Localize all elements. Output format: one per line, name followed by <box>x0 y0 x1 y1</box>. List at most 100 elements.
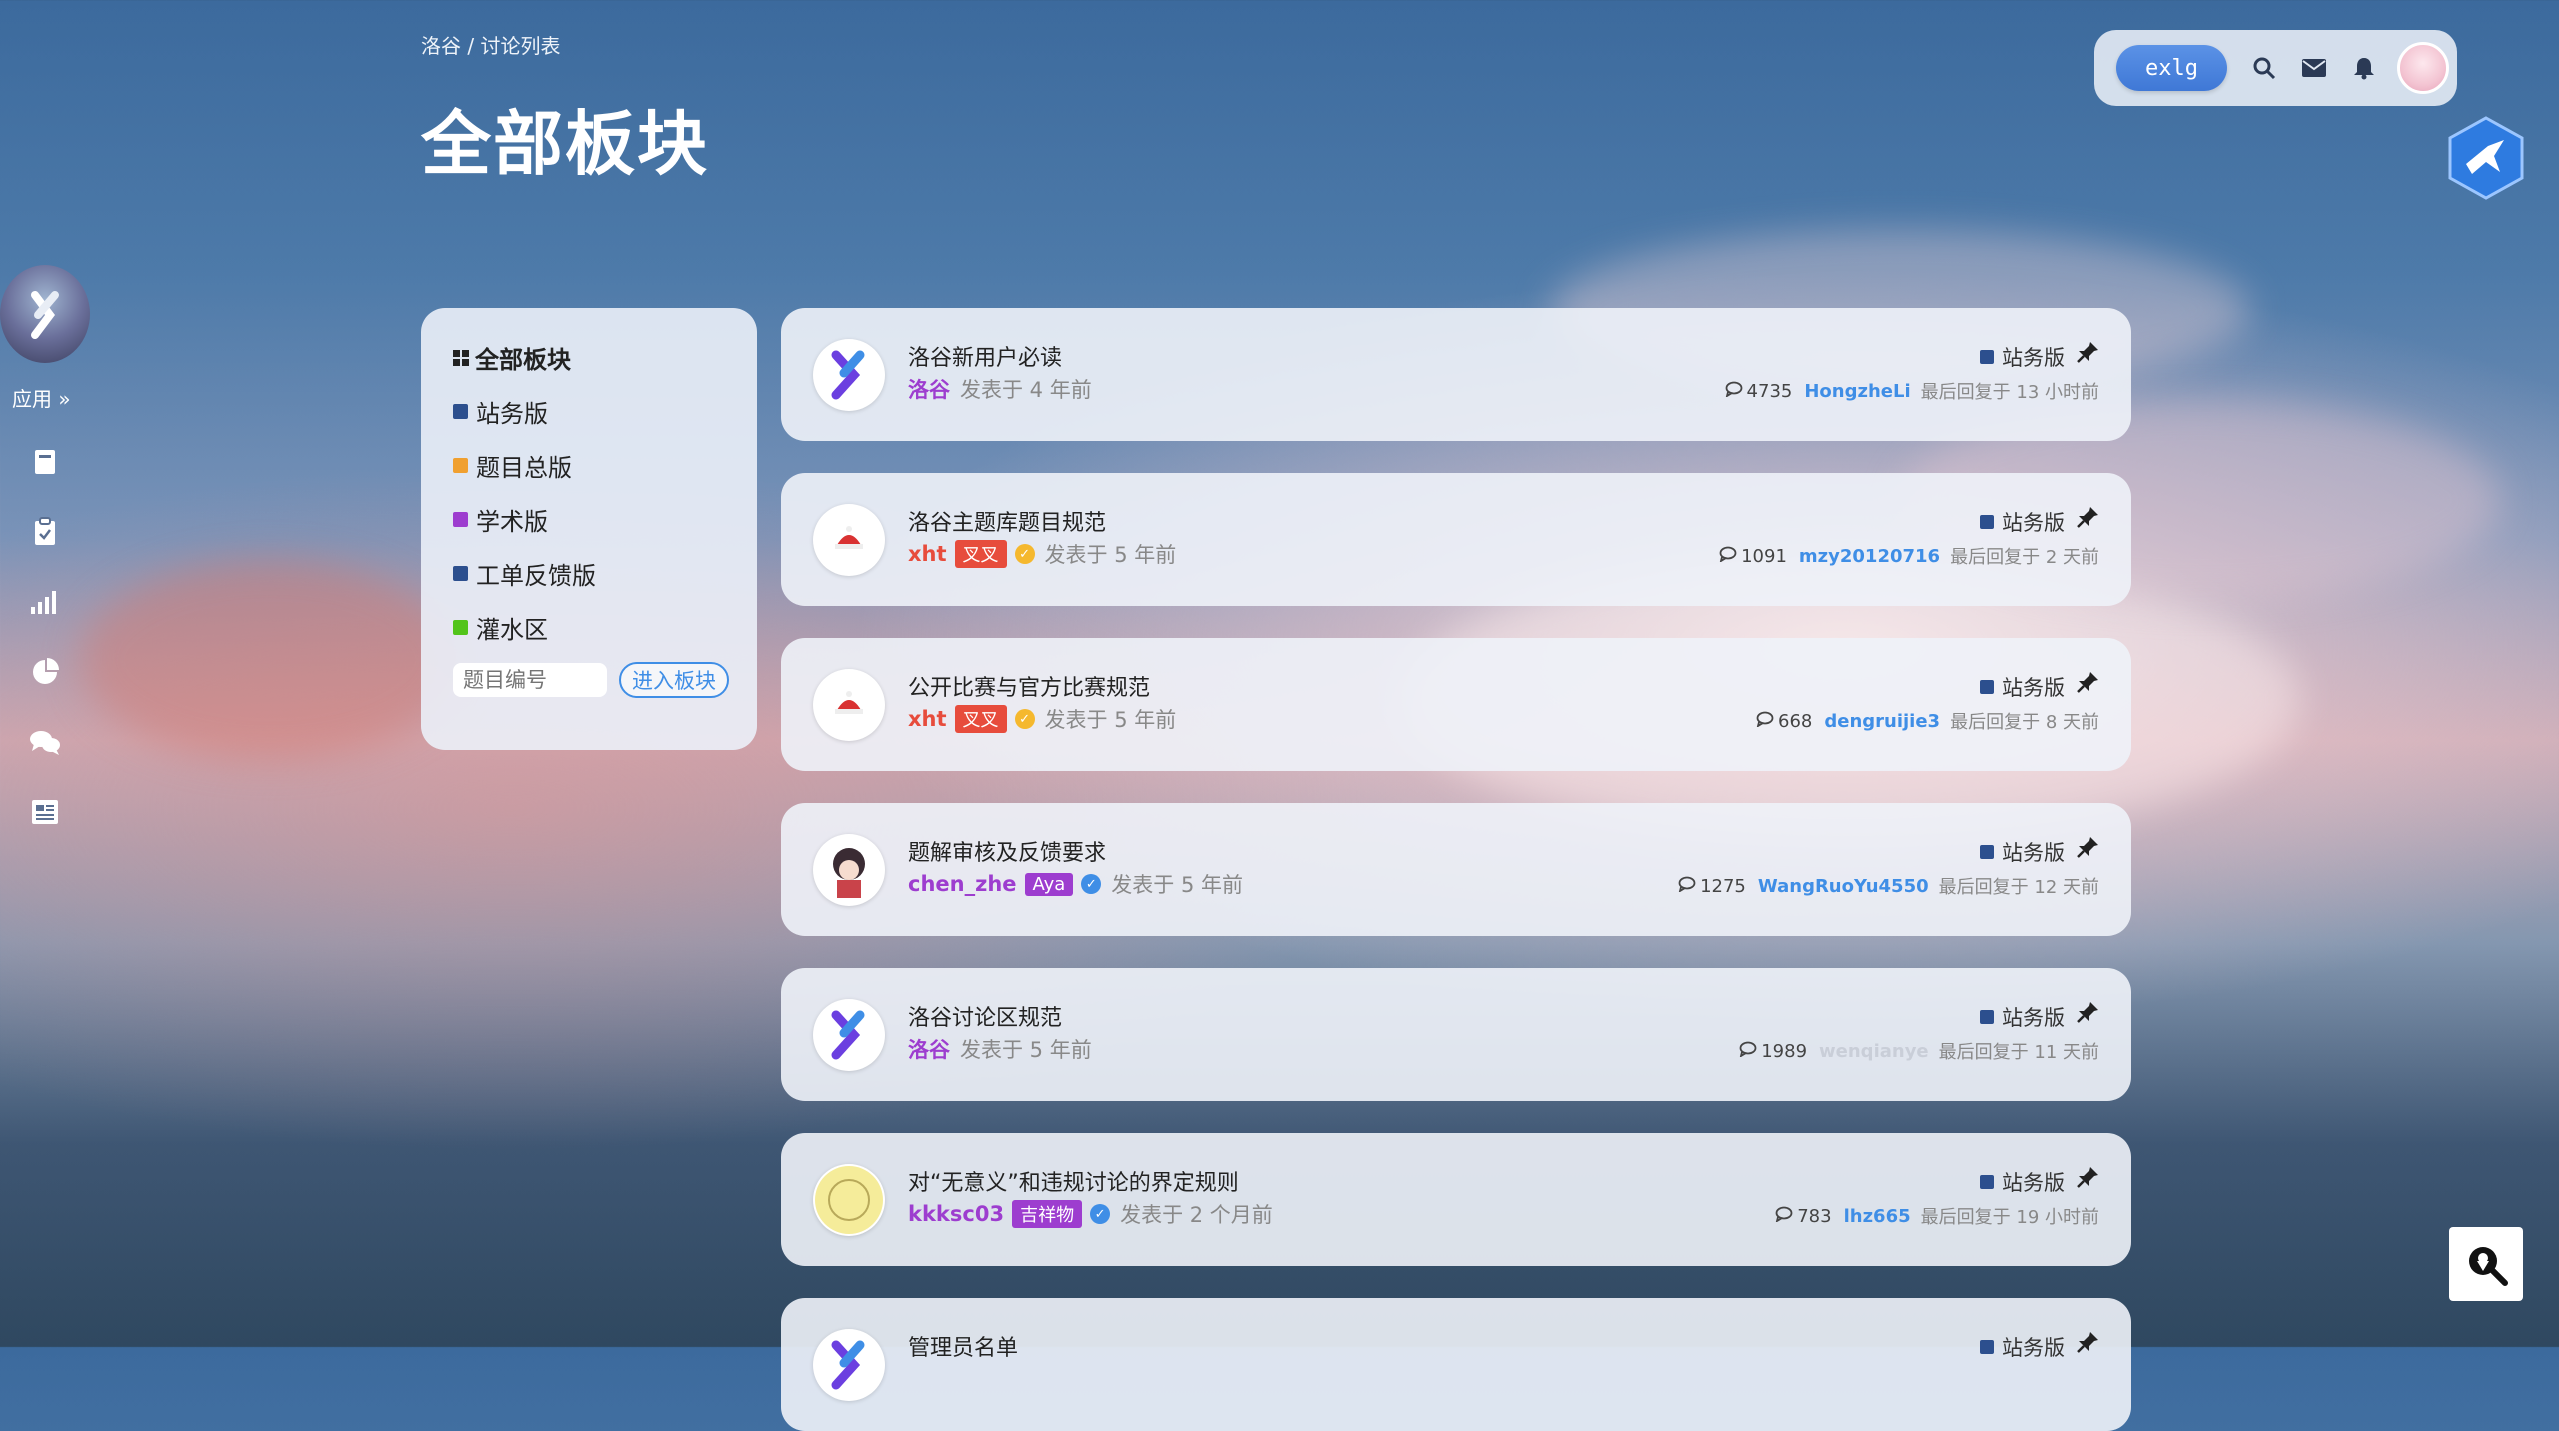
forum-all-label: 全部板块 <box>475 346 571 374</box>
board-label[interactable]: 站务版 <box>1980 1332 2065 1362</box>
post-card[interactable]: 公开比赛与官方比赛规范 xht 叉叉 ✓ 发表于 5 年前 站务版 668 dengr… <box>781 638 2131 771</box>
post-title[interactable]: 对“无意义”和违规讨论的界定规则 <box>908 1165 1239 1197</box>
reply-count-icon <box>1739 1041 1757 1062</box>
user-tag-badge: 叉叉 <box>954 540 1007 568</box>
board-color-marker <box>1980 515 1994 529</box>
board-label[interactable]: 站务版 <box>1980 672 2065 702</box>
post-title[interactable]: 洛谷讨论区规范 <box>908 1000 1062 1032</box>
article-list-icon[interactable] <box>28 795 62 829</box>
last-reply-user[interactable]: WangRuoYu4550 <box>1758 876 1929 897</box>
search-pin-icon <box>2469 1247 2508 1286</box>
last-reply-user[interactable]: HongzheLi <box>1804 381 1910 402</box>
author-avatar[interactable] <box>813 339 885 411</box>
last-reply-info: 4735 HongzheLi 最后回复于 13 小时前 <box>1725 378 2099 404</box>
reply-count: 1989 <box>1761 1040 1808 1062</box>
board-name: 站务版 <box>2002 676 2065 700</box>
post-author[interactable]: xht <box>908 542 947 566</box>
verified-check-icon: ✓ <box>1014 709 1035 729</box>
verified-check-icon: ✓ <box>1081 874 1102 894</box>
pin-icon <box>2077 1331 2099 1353</box>
exlg-button[interactable]: exlg <box>2116 45 2227 91</box>
forum-all[interactable]: 全部板块 <box>453 340 571 375</box>
bell-icon[interactable] <box>2351 55 2377 81</box>
pie-chart-icon[interactable] <box>28 655 62 689</box>
post-author[interactable]: chen_zhe <box>908 872 1017 896</box>
author-avatar[interactable] <box>813 504 885 576</box>
post-title[interactable]: 题解审核及反馈要求 <box>908 835 1106 867</box>
post-time: 发表于 2 个月前 <box>1120 1203 1273 1227</box>
book-icon[interactable] <box>28 445 62 479</box>
pin-icon <box>2077 341 2099 363</box>
search-icon[interactable] <box>2251 55 2277 81</box>
board-label[interactable]: 站务版 <box>1980 342 2065 372</box>
last-reply-user[interactable]: wenqianye <box>1819 1041 1929 1062</box>
board-label[interactable]: 站务版 <box>1980 507 2065 537</box>
post-time: 发表于 5 年前 <box>1044 543 1177 567</box>
bird-logo-icon[interactable] <box>2448 116 2524 200</box>
board-color-marker <box>1980 1010 1994 1024</box>
post-time: 发表于 5 年前 <box>1044 708 1177 732</box>
board-name: 站务版 <box>2002 1006 2065 1030</box>
forum-item-chat[interactable]: 灌水区 <box>453 610 548 645</box>
problem-id-input[interactable] <box>453 663 607 697</box>
ranking-bars-icon[interactable] <box>28 585 62 619</box>
reply-count-icon <box>1719 546 1737 567</box>
author-avatar[interactable] <box>813 999 885 1071</box>
author-avatar[interactable] <box>813 834 885 906</box>
post-title[interactable]: 管理员名单 <box>908 1330 1018 1362</box>
reply-count: 1091 <box>1741 545 1787 567</box>
board-label[interactable]: 站务版 <box>1980 1002 2065 1032</box>
verified-check-icon: ✓ <box>1090 1204 1111 1224</box>
last-reply-time: 最后回复于 13 小时前 <box>1920 382 2099 403</box>
reply-count: 668 <box>1778 710 1813 732</box>
reply-count-icon <box>1678 876 1696 897</box>
post-title[interactable]: 洛谷新用户必读 <box>908 340 1062 372</box>
last-reply-user[interactable]: dengruijie3 <box>1824 711 1940 732</box>
forum-item-label: 站务版 <box>476 400 548 428</box>
discussion-icon[interactable] <box>28 725 62 759</box>
forum-item-academic[interactable]: 学术版 <box>453 502 548 537</box>
forum-color-marker <box>453 404 468 419</box>
mail-icon[interactable] <box>2301 55 2327 81</box>
post-author[interactable]: xht <box>908 707 947 731</box>
board-name: 站务版 <box>2002 1336 2065 1360</box>
post-card[interactable]: 题解审核及反馈要求 chen_zhe Aya ✓ 发表于 5 年前 站务版 1275 … <box>781 803 2131 936</box>
forum-item-feedback[interactable]: 工单反馈版 <box>453 556 596 591</box>
user-tag-badge: Aya <box>1024 872 1074 896</box>
enter-forum-button[interactable]: 进入板块 <box>619 662 729 698</box>
post-time: 发表于 4 年前 <box>960 378 1092 402</box>
reply-count-icon <box>1756 711 1774 732</box>
forum-item-problems[interactable]: 题目总版 <box>453 448 572 483</box>
post-title[interactable]: 洛谷主题库题目规范 <box>908 505 1106 537</box>
author-avatar[interactable] <box>813 669 885 741</box>
search-location-button[interactable] <box>2449 1227 2523 1301</box>
post-card[interactable]: 洛谷讨论区规范 洛谷 发表于 5 年前 站务版 1989 wenqianye 最后… <box>781 968 2131 1101</box>
post-author[interactable]: 洛谷 <box>908 1034 950 1064</box>
board-label[interactable]: 站务版 <box>1980 1167 2065 1197</box>
breadcrumb[interactable]: 洛谷 / 讨论列表 <box>421 30 560 59</box>
last-reply-time: 最后回复于 12 天前 <box>1938 877 2099 898</box>
forum-color-marker <box>453 566 468 581</box>
post-author[interactable]: kkksc03 <box>908 1202 1004 1226</box>
post-card[interactable]: 管理员名单 站务版 <box>781 1298 2131 1431</box>
user-avatar[interactable] <box>2397 42 2449 94</box>
board-label[interactable]: 站务版 <box>1980 837 2065 867</box>
board-name: 站务版 <box>2002 511 2065 535</box>
author-avatar[interactable] <box>813 1164 885 1236</box>
luogu-logo-avatar[interactable] <box>0 265 90 363</box>
post-card[interactable]: 洛谷新用户必读 洛谷 发表于 4 年前 站务版 4735 HongzheLi 最后… <box>781 308 2131 441</box>
author-avatar[interactable] <box>813 1329 885 1401</box>
post-author[interactable]: 洛谷 <box>908 374 950 404</box>
pin-icon <box>2077 1001 2099 1023</box>
post-time: 发表于 5 年前 <box>1111 873 1244 897</box>
last-reply-user[interactable]: lhz665 <box>1844 1206 1911 1227</box>
apps-menu-toggle[interactable]: 应用 » <box>12 383 71 412</box>
top-navigation-bar: exlg <box>2094 30 2457 106</box>
post-card[interactable]: 对“无意义”和违规讨论的界定规则 kkksc03 吉祥物 ✓ 发表于 2 个月前 站务… <box>781 1133 2131 1266</box>
forum-item-site-affairs[interactable]: 站务版 <box>453 394 548 429</box>
clipboard-icon[interactable] <box>28 515 62 549</box>
last-reply-user[interactable]: mzy20120716 <box>1799 546 1940 567</box>
pin-icon <box>2077 1166 2099 1188</box>
post-card[interactable]: 洛谷主题库题目规范 xht 叉叉 ✓ 发表于 5 年前 站务版 1091 mzy201… <box>781 473 2131 606</box>
post-title[interactable]: 公开比赛与官方比赛规范 <box>908 670 1150 702</box>
